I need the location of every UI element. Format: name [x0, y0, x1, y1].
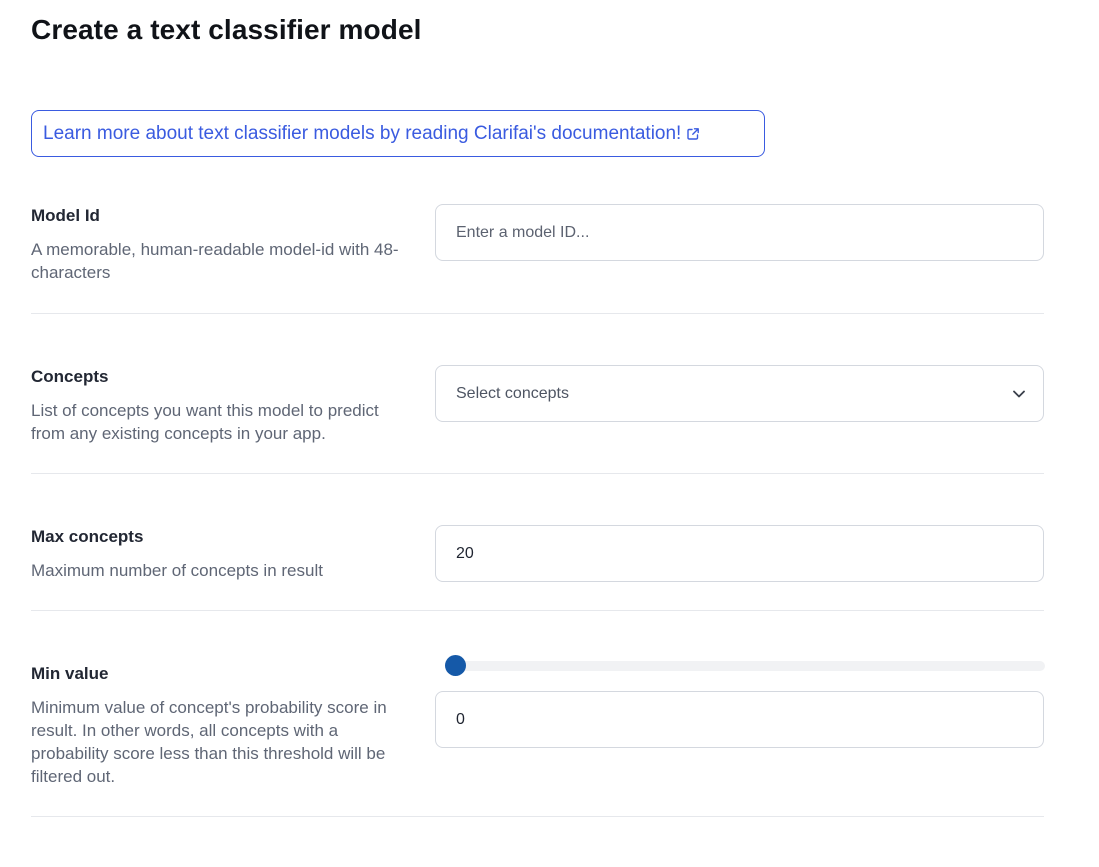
concepts-description: List of concepts you want this model to … [31, 401, 379, 443]
max-concepts-description: Maximum number of concepts in result [31, 561, 323, 580]
min-value-input[interactable] [435, 691, 1044, 748]
concepts-select-placeholder: Select concepts [456, 384, 569, 402]
concepts-label: Concepts [31, 367, 109, 386]
chevron-down-icon [1013, 390, 1025, 397]
min-value-slider-track[interactable] [445, 661, 1045, 671]
create-model-page: Create a text classifier model Learn mor… [0, 0, 1099, 867]
documentation-link[interactable]: Learn more about text classifier models … [31, 110, 765, 157]
max-concepts-label: Max concepts [31, 527, 144, 546]
min-value-slider-thumb[interactable] [445, 655, 466, 676]
concepts-select[interactable]: Select concepts [435, 365, 1044, 422]
external-link-icon [687, 128, 700, 140]
min-value-description: Minimum value of concept's probability s… [31, 698, 387, 786]
divider [31, 473, 1044, 474]
divider [31, 610, 1044, 611]
model-id-label: Model Id [31, 206, 100, 225]
documentation-link-text: Learn more about text classifier models … [43, 122, 682, 144]
divider [31, 816, 1044, 817]
divider [31, 313, 1044, 314]
max-concepts-input[interactable] [435, 525, 1044, 582]
model-id-input[interactable] [435, 204, 1044, 261]
min-value-label: Min value [31, 664, 109, 683]
model-id-description: A memorable, human-readable model-id wit… [31, 240, 399, 282]
page-title: Create a text classifier model [31, 14, 422, 45]
